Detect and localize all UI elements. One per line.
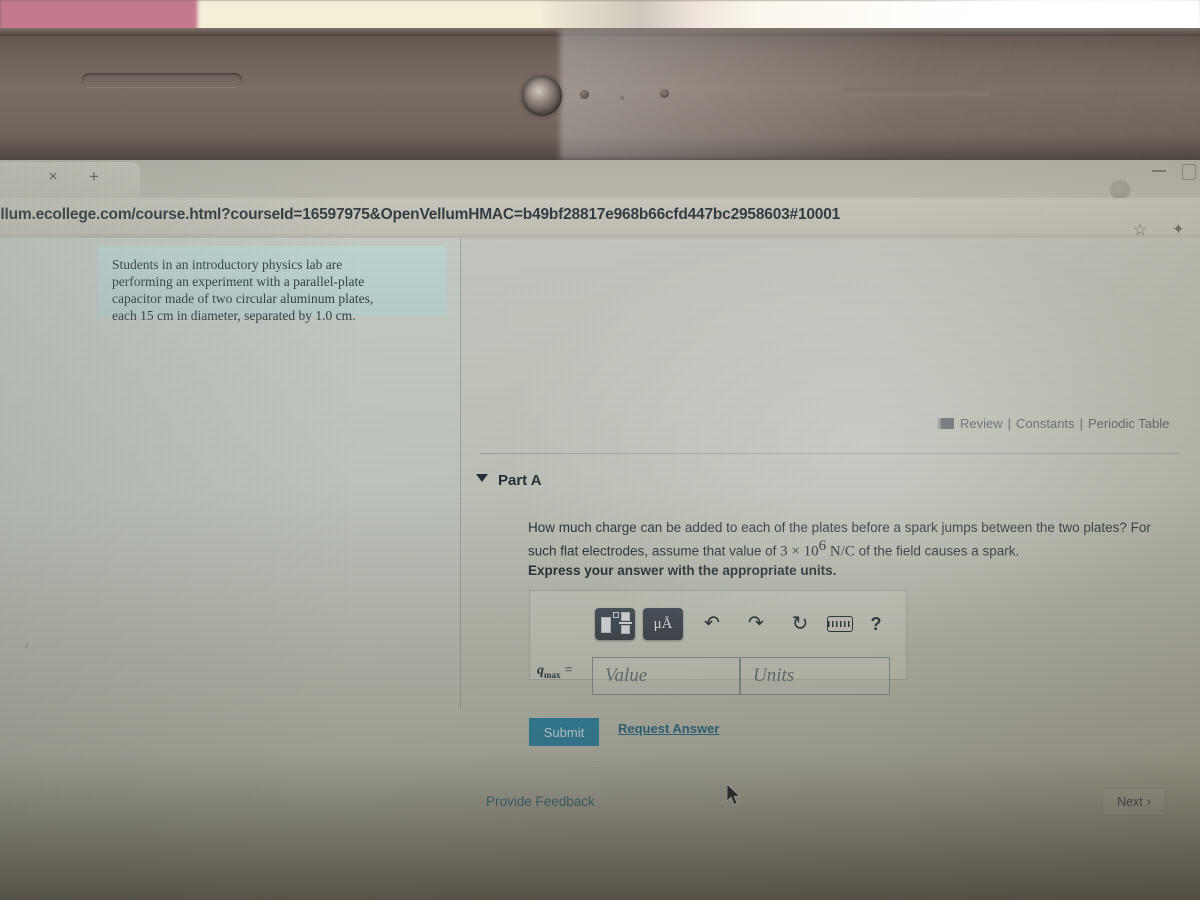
value-input[interactable]: Value [592,657,740,695]
browser-tab-strip: × + [0,160,1200,200]
bookmark-star-icon[interactable]: ☆ [1133,220,1147,240]
answer-instruction: Express your answer with the appropriate… [528,563,837,578]
profile-avatar-icon[interactable] [1110,180,1130,200]
answer-toolbar: μÅ ↶ ↷ ↻ ? [595,608,895,640]
chevron-down-icon[interactable] [476,474,488,482]
part-a-title: Part A [498,472,542,489]
link-separator: | [1079,416,1083,431]
chevron-right-icon[interactable]: › [24,636,29,653]
browser-tab-active[interactable] [0,162,140,198]
part-divider [480,453,1180,454]
microphone-hole [620,96,624,100]
submit-button[interactable]: Submit [529,718,599,746]
template-icon [595,608,635,640]
answer-variable-label: qmax = [537,663,572,680]
value-placeholder: Value [605,665,648,686]
next-button[interactable]: Next › [1102,788,1166,816]
browser-address-bar[interactable]: ellum.ecollege.com/course.html?courseId=… [0,198,1200,234]
equals-sign: = [564,663,573,678]
course-page: › Students in an introductory physics la… [0,238,1200,900]
close-icon[interactable]: × [44,168,62,186]
address-bar-url: ellum.ecollege.com/course.html?courseId=… [0,206,841,223]
units-input[interactable]: Units [740,657,890,695]
part-a-question-text: How much charge can be added to each of … [528,518,1176,562]
webcam-lens [522,76,562,116]
problem-statement-line-1: Students in an introductory physics lab … [112,257,343,272]
provide-feedback-link[interactable]: Provide Feedback [486,794,595,809]
part-a-header[interactable]: Part A [476,472,542,489]
question-math-exponent: 6 [818,538,827,554]
laptop-vent-slot-secondary [840,88,990,96]
redo-icon[interactable]: ↷ [743,610,769,638]
problem-statement-box: Students in an introductory physics lab … [98,246,446,323]
units-button[interactable]: μÅ [643,608,683,640]
variable-symbol: q [537,663,544,678]
book-icon [938,418,954,429]
link-separator: | [1007,416,1012,431]
laptop-vent-slot [82,73,242,87]
maximize-icon[interactable] [1182,164,1196,180]
new-tab-icon[interactable]: + [84,167,104,187]
request-answer-link[interactable]: Request Answer [618,721,719,736]
question-math-coefficient: 3 × 10 [780,543,819,560]
help-icon[interactable]: ? [863,610,889,638]
extensions-puzzle-icon[interactable]: ✦ [1172,220,1185,238]
math-template-button[interactable] [595,608,635,640]
microphone-hole [660,89,669,98]
photographed-laptop-screen: × + ellum.ecollege.com/course.html?cours… [0,0,1200,900]
reset-icon[interactable]: ↻ [787,610,813,638]
laptop-screen: × + ellum.ecollege.com/course.html?cours… [0,160,1200,900]
periodic-table-link[interactable]: Periodic Table [1088,416,1169,431]
next-label: Next [1117,795,1143,809]
units-placeholder: Units [753,665,795,686]
question-math-units: N/C [826,543,855,560]
constants-link[interactable]: Constants [1016,416,1075,431]
chevron-right-icon: › [1146,795,1151,809]
question-body-tail: of the field causes a spark. [854,543,1020,559]
undo-icon[interactable]: ↶ [699,610,725,638]
variable-subscript: max [544,669,561,680]
problem-statement-line-3: capacitor made of two circular aluminum … [112,291,374,306]
micro-angstrom-icon: μÅ [653,615,673,632]
review-link[interactable]: Review [960,416,1003,431]
keyboard-icon[interactable] [827,616,853,632]
microphone-hole [580,90,589,99]
resource-links: Review | Constants | Periodic Table [938,416,1169,431]
problem-statement-line-2: performing an experiment with a parallel… [112,274,365,289]
column-divider [460,238,461,708]
problem-statement-line-4: each 15 cm in diameter, separated by 1.0… [112,308,356,323]
minimize-icon[interactable] [1152,170,1166,172]
